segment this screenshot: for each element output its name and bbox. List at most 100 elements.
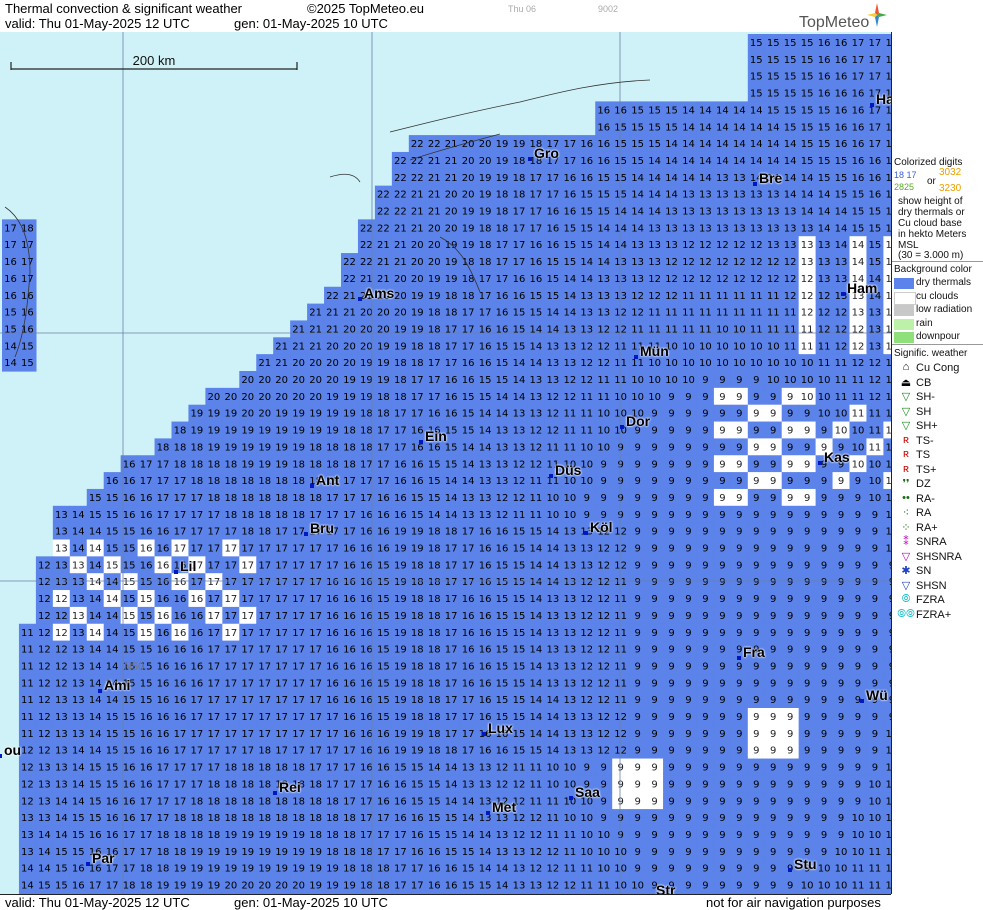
svg-text:13: 13 (72, 729, 85, 740)
svg-text:20: 20 (411, 240, 424, 251)
legend-bg-label: rain (916, 317, 933, 329)
svg-text:22: 22 (360, 240, 373, 251)
svg-text:15: 15 (597, 207, 610, 218)
svg-text:19: 19 (292, 847, 305, 858)
svg-text:20: 20 (258, 392, 271, 403)
svg-text:9: 9 (617, 830, 623, 841)
svg-text:15: 15 (496, 611, 509, 622)
svg-text:9: 9 (787, 813, 793, 824)
svg-text:17: 17 (309, 763, 322, 774)
svg-text:17: 17 (309, 678, 322, 689)
svg-text:18: 18 (886, 72, 891, 83)
svg-text:17: 17 (394, 442, 407, 453)
svg-text:9: 9 (736, 544, 742, 555)
svg-text:15: 15 (462, 426, 475, 437)
svg-text:17: 17 (513, 223, 526, 234)
svg-text:14: 14 (852, 240, 865, 251)
svg-text:13: 13 (72, 695, 85, 706)
svg-text:20: 20 (258, 409, 271, 420)
shower-snow-icon: ▽ (901, 579, 911, 592)
svg-text:13: 13 (21, 847, 34, 858)
svg-text:9: 9 (719, 763, 725, 774)
svg-text:17: 17 (479, 308, 492, 319)
svg-text:11: 11 (835, 375, 848, 386)
thermal-grid: 1515151516161717181515151516161717181515… (2, 34, 891, 894)
svg-text:9: 9 (668, 746, 674, 757)
svg-text:15: 15 (140, 594, 153, 605)
svg-text:15: 15 (784, 72, 797, 83)
svg-text:14: 14 (72, 544, 85, 555)
svg-text:12: 12 (597, 611, 610, 622)
legend-bg-label: low radiation (916, 304, 973, 315)
svg-text:10: 10 (597, 864, 610, 875)
svg-text:17: 17 (445, 358, 458, 369)
svg-text:16: 16 (479, 544, 492, 555)
svg-text:11: 11 (21, 695, 34, 706)
map-canvas: 1515151516161717181515151516161717181515… (0, 32, 891, 894)
svg-text:14: 14 (852, 257, 865, 268)
svg-text:14: 14 (750, 156, 763, 167)
svg-text:11: 11 (614, 678, 627, 689)
rain-heavy-icon: ⁘ (901, 521, 911, 534)
svg-text:9: 9 (617, 493, 623, 504)
svg-text:16: 16 (445, 392, 458, 403)
svg-text:13: 13 (21, 830, 34, 841)
city-label: Köl (590, 519, 613, 535)
svg-text:9: 9 (651, 409, 657, 420)
svg-text:11: 11 (801, 324, 814, 335)
svg-text:18: 18 (411, 560, 424, 571)
svg-text:15: 15 (852, 190, 865, 201)
svg-text:9: 9 (753, 594, 759, 605)
svg-text:16: 16 (157, 577, 170, 588)
svg-text:16: 16 (140, 746, 153, 757)
svg-text:17: 17 (326, 729, 339, 740)
svg-text:17: 17 (377, 426, 390, 437)
svg-text:13: 13 (699, 207, 712, 218)
svg-text:16: 16 (72, 881, 85, 892)
forecast-map[interactable]: 1515151516161717181515151516161717181515… (0, 32, 892, 894)
svg-text:21: 21 (275, 341, 288, 352)
svg-text:12: 12 (614, 560, 627, 571)
topmeteo-logo[interactable]: TopMeteo (799, 14, 869, 32)
svg-text:10: 10 (547, 493, 560, 504)
svg-text:18: 18 (224, 510, 237, 521)
svg-text:17: 17 (394, 881, 407, 892)
svg-text:9: 9 (668, 678, 674, 689)
svg-text:11: 11 (886, 813, 891, 824)
svg-text:16: 16 (835, 122, 848, 133)
svg-text:12: 12 (614, 324, 627, 335)
svg-text:18: 18 (479, 223, 492, 234)
svg-text:17: 17 (174, 527, 187, 538)
svg-text:14: 14 (89, 594, 102, 605)
svg-text:12: 12 (733, 274, 746, 285)
svg-text:22: 22 (326, 291, 339, 302)
svg-text:11: 11 (530, 476, 543, 487)
svg-text:19: 19 (309, 881, 322, 892)
svg-text:14: 14 (547, 560, 560, 571)
svg-text:18: 18 (174, 442, 187, 453)
svg-text:15: 15 (38, 881, 51, 892)
svg-text:9: 9 (651, 426, 657, 437)
svg-text:17: 17 (157, 493, 170, 504)
svg-text:11: 11 (530, 493, 543, 504)
svg-text:21: 21 (394, 240, 407, 251)
svg-text:17: 17 (445, 341, 458, 352)
svg-text:9: 9 (634, 476, 640, 487)
svg-text:15: 15 (614, 139, 627, 150)
svg-text:9: 9 (770, 510, 776, 521)
svg-text:17: 17 (360, 779, 373, 790)
svg-text:12: 12 (38, 628, 51, 639)
svg-text:9: 9 (753, 695, 759, 706)
svg-text:17: 17 (360, 493, 373, 504)
svg-text:16: 16 (479, 560, 492, 571)
svg-text:21: 21 (309, 308, 322, 319)
svg-text:19: 19 (377, 341, 390, 352)
svg-text:10: 10 (869, 796, 882, 807)
svg-text:9: 9 (889, 577, 891, 588)
city-marker (98, 689, 102, 693)
svg-text:9: 9 (685, 864, 691, 875)
svg-text:15: 15 (428, 493, 441, 504)
thunder-heavy-icon: ʀ (903, 462, 909, 475)
shower-heavy-icon: ▽ (901, 420, 911, 432)
svg-text:20: 20 (394, 274, 407, 285)
